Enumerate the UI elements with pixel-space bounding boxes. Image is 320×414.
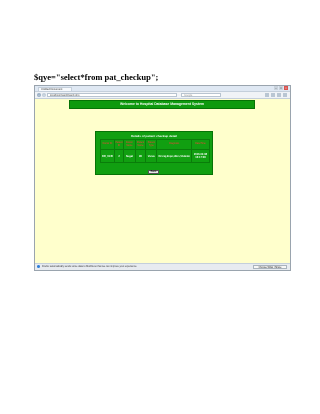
minimize-icon[interactable]: –	[274, 86, 278, 90]
cell-patient-type: Varus	[145, 149, 158, 163]
home-icon[interactable]	[277, 93, 281, 97]
forward-arrow-icon[interactable]: ›	[42, 93, 46, 97]
code-line: $qye="select*from pat_checkup";	[34, 72, 159, 82]
toolbar-icons	[265, 93, 287, 97]
notification-bar: Firefox automatically sends some data to…	[35, 263, 290, 270]
header-doctor-id: Doctor ID	[100, 139, 115, 150]
header-doctor-name: Doctor Name	[123, 139, 136, 150]
bookmark-icon[interactable]	[265, 93, 269, 97]
choose-share-button[interactable]: Choose What I Share	[253, 265, 287, 269]
header-patient-name: Patient Name	[134, 139, 147, 150]
header-date-time: Date/Time	[190, 139, 211, 150]
back-arrow-icon[interactable]: ‹	[37, 93, 41, 97]
maximize-icon[interactable]: □	[279, 86, 283, 90]
cell-patient-name: 90	[134, 149, 147, 163]
window-controls: – □ ×	[274, 86, 288, 90]
cell-diagnosis: Drvraj,Evpn,Hbrs,Vbdetm	[156, 149, 192, 163]
cell-doctor-name: Sugat	[123, 149, 136, 163]
browser-window: Untitled Document – □ × ‹ › localhost/Ga…	[34, 85, 291, 271]
cell-patient-id: 2	[113, 149, 125, 163]
checkup-panel: Details of patient checkup detail Doctor…	[95, 131, 213, 175]
cell-date-time: 2016-02-08 16:17:08	[190, 149, 211, 163]
navigation-bar: ‹ › localhost/Gardi/Gardi.php Google	[35, 92, 290, 99]
address-bar[interactable]: localhost/Gardi/Gardi.php	[47, 93, 177, 97]
cell-doctor-id: DR_0145	[100, 149, 115, 163]
search-input[interactable]: Google	[181, 93, 221, 97]
table-header-row: Doctor ID Patient ID Doctor Name Patient…	[100, 139, 211, 150]
header-patient-type: Patient Type	[145, 139, 158, 150]
header-patient-id: Patient ID	[113, 139, 125, 150]
close-icon[interactable]: ×	[284, 86, 288, 90]
header-diagnosis: Diagnosis	[156, 139, 192, 150]
browser-tab[interactable]: Untitled Document	[38, 87, 72, 91]
back-button[interactable]: Back	[148, 170, 159, 174]
download-icon[interactable]	[271, 93, 275, 97]
notification-text: Firefox automatically sends some data to…	[42, 265, 138, 268]
page-banner: Welcome to Hospital Database Management …	[69, 100, 255, 109]
menu-icon[interactable]	[283, 93, 287, 97]
page-content: Welcome to Hospital Database Management …	[35, 99, 290, 265]
table-row: DR_0145 2 Sugat 90 Varus Drvraj,Evpn,Hbr…	[100, 149, 211, 163]
checkup-table: Doctor ID Patient ID Doctor Name Patient…	[100, 139, 211, 163]
info-icon	[37, 265, 40, 268]
panel-title: Details of patient checkup detail	[131, 134, 177, 138]
